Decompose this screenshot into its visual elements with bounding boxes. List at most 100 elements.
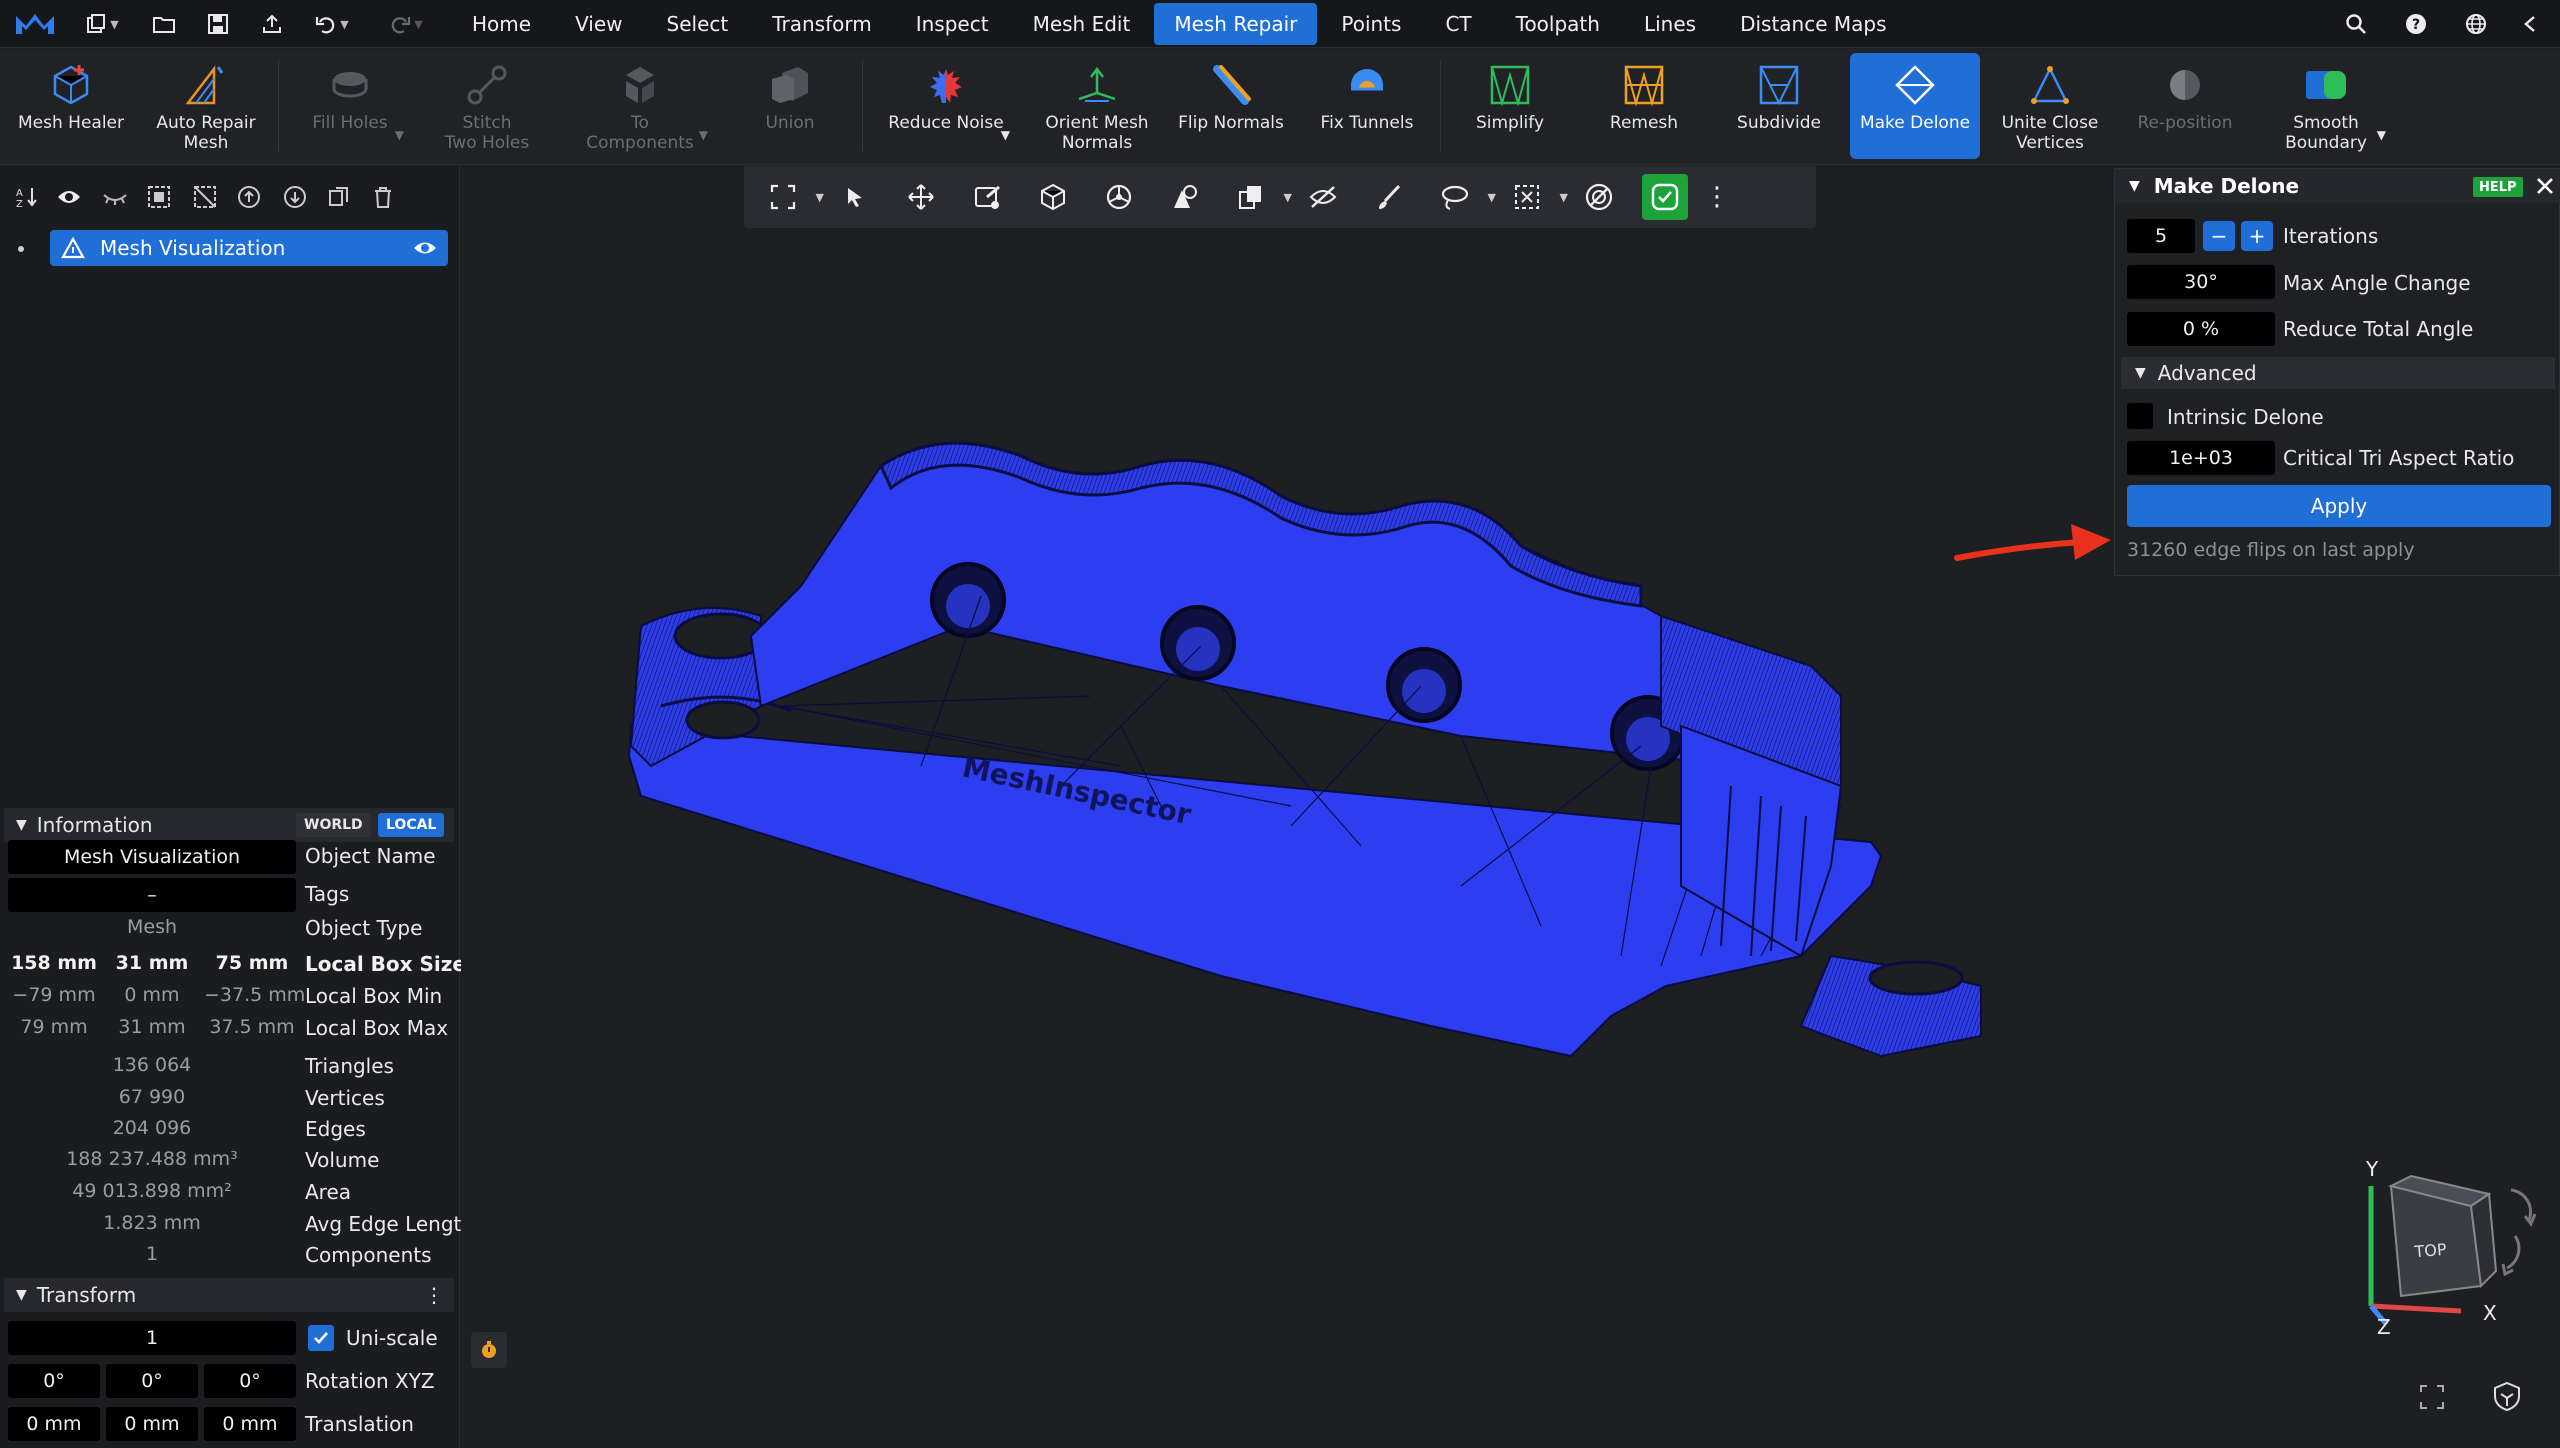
no-select-icon[interactable] [1580,178,1618,216]
new-scene-icon[interactable]: ▼ [80,10,124,38]
re-position-button[interactable]: Re-position [2126,53,2244,159]
rotation-y-field[interactable]: 0° [106,1364,198,1398]
auto-repair-mesh-button[interactable]: Auto Repair Mesh [144,53,268,159]
remesh-button[interactable]: Remesh [1590,53,1698,159]
orient-mesh-normals-button[interactable]: Orient Mesh Normals [1030,53,1164,159]
camera-shield-icon[interactable] [2491,1380,2523,1412]
view-orientation-cube[interactable]: TOP Y X Z [2331,1146,2551,1336]
chevron-down-icon[interactable]: ▼ [2129,178,2140,194]
reduce-noise-button[interactable]: Reduce Noise ▼ [876,53,1016,159]
clone-icon[interactable]: ▼ [1232,178,1292,216]
subdivide-button[interactable]: Subdivide [1724,53,1834,159]
local-toggle[interactable]: LOCAL [378,813,445,837]
more-tools-icon[interactable]: ⋮ [1704,178,1730,216]
tab-home[interactable]: Home [452,3,551,45]
help-icon[interactable]: ? [2402,10,2430,38]
max-angle-input[interactable]: 30° [2127,265,2275,299]
app-logo-icon[interactable] [12,8,58,40]
components-dropdown-icon[interactable]: ▼ [699,125,708,145]
tab-points[interactable]: Points [1321,3,1421,45]
translation-x-field[interactable]: 0 mm [8,1407,100,1441]
brush-icon[interactable] [1370,178,1408,216]
hide-all-icon[interactable] [98,180,132,214]
shapes-icon[interactable] [1166,178,1204,216]
unite-close-vertices-button[interactable]: Unite Close Vertices [1990,53,2110,159]
translation-z-field[interactable]: 0 mm [204,1407,296,1441]
undo-icon[interactable]: ▼ [308,10,356,38]
fill-holes-button[interactable]: Fill Holes ▼ [290,53,410,159]
more-options-icon[interactable]: ⋮ [424,1283,444,1307]
save-icon[interactable] [202,10,234,38]
paint-select-icon[interactable] [968,178,1006,216]
fill-holes-dropdown-icon[interactable]: ▼ [395,125,404,145]
select-all-icon[interactable] [142,180,176,214]
advanced-section-header[interactable]: ▼ Advanced [2121,357,2555,389]
simplify-button[interactable]: Simplify [1456,53,1564,159]
union-button[interactable]: Union [742,53,838,159]
rotate-mesh-icon[interactable] [1034,178,1072,216]
uniscale-checkbox[interactable] [308,1325,334,1351]
reduce-noise-dropdown-icon[interactable]: ▼ [1001,125,1010,145]
redo-icon[interactable]: ▼ [382,10,430,38]
move-up-icon[interactable] [232,180,266,214]
tab-view[interactable]: View [555,3,642,45]
orbit-icon[interactable] [1100,178,1138,216]
flip-normals-button[interactable]: Flip Normals [1176,53,1286,159]
tab-lines[interactable]: Lines [1624,3,1716,45]
search-icon[interactable] [2342,10,2370,38]
scene-object-mesh-visualization[interactable]: Mesh Visualization [50,230,448,266]
make-delone-button[interactable]: Make Delone [1850,53,1980,159]
open-folder-icon[interactable] [148,10,180,38]
lasso-icon[interactable]: ▼ [1436,178,1496,216]
globe-icon[interactable] [2462,10,2490,38]
tags-field[interactable]: – [8,878,296,912]
tab-transform[interactable]: Transform [752,3,891,45]
close-icon[interactable] [2535,176,2555,196]
visibility-eye-icon[interactable] [412,239,438,257]
tab-inspect[interactable]: Inspect [896,3,1009,45]
decrement-button[interactable]: − [2203,221,2235,251]
fix-tunnels-button[interactable]: Fix Tunnels [1312,53,1422,159]
select-pointer-icon[interactable] [836,178,874,216]
smooth-boundary-button[interactable]: Smooth Boundary ▼ [2260,53,2392,159]
tab-ct[interactable]: CT [1425,3,1491,45]
hide-faces-icon[interactable] [1304,178,1342,216]
scale-field[interactable]: 1 [8,1321,296,1355]
increment-button[interactable]: + [2241,221,2273,251]
apply-button[interactable]: Apply [2127,485,2551,527]
stitch-two-holes-button[interactable]: Stitch Two Holes [420,53,554,159]
critical-ratio-input[interactable]: 1e+03 [2127,441,2275,475]
delete-icon[interactable] [366,180,400,214]
move-arrows-icon[interactable] [902,178,940,216]
duplicate-icon[interactable] [322,180,356,214]
rotation-x-field[interactable]: 0° [8,1364,100,1398]
fit-selection-icon[interactable]: ▼ [764,178,824,216]
world-toggle[interactable]: WORLD [296,813,371,837]
reduce-angle-input[interactable]: 0 % [2127,312,2275,346]
box-select-icon[interactable]: ▼ [1508,178,1568,216]
to-components-button[interactable]: To Components ▼ [566,53,714,159]
help-button[interactable]: HELP [2473,177,2523,197]
tab-toolpath[interactable]: Toolpath [1496,3,1620,45]
export-icon[interactable] [256,10,288,38]
dialog-title-bar[interactable]: ▼ Make Delone HELP [2115,169,2560,203]
iterations-input[interactable]: 5 [2127,219,2195,253]
smooth-boundary-dropdown-icon[interactable]: ▼ [2377,125,2386,145]
tab-select[interactable]: Select [647,3,749,45]
show-all-icon[interactable] [52,180,86,214]
tab-mesh-repair[interactable]: Mesh Repair [1154,3,1318,45]
translation-y-field[interactable]: 0 mm [106,1407,198,1441]
transform-section-header[interactable]: ▼ Transform ⋮ [4,1278,454,1312]
tab-mesh-edit[interactable]: Mesh Edit [1013,3,1151,45]
move-down-icon[interactable] [278,180,312,214]
collapse-chevron-icon[interactable] [2516,10,2544,38]
fit-view-icon[interactable] [2417,1382,2447,1412]
rotation-z-field[interactable]: 0° [204,1364,296,1398]
mesh-healer-button[interactable]: Mesh Healer [10,53,132,159]
object-name-field[interactable]: Mesh Visualization [8,840,296,874]
confirm-toggle-icon[interactable] [1642,174,1688,220]
sort-icon[interactable]: AZ [10,180,44,214]
deselect-icon[interactable] [188,180,222,214]
intrinsic-delone-checkbox[interactable] [2127,403,2153,429]
timer-icon[interactable] [471,1332,507,1368]
